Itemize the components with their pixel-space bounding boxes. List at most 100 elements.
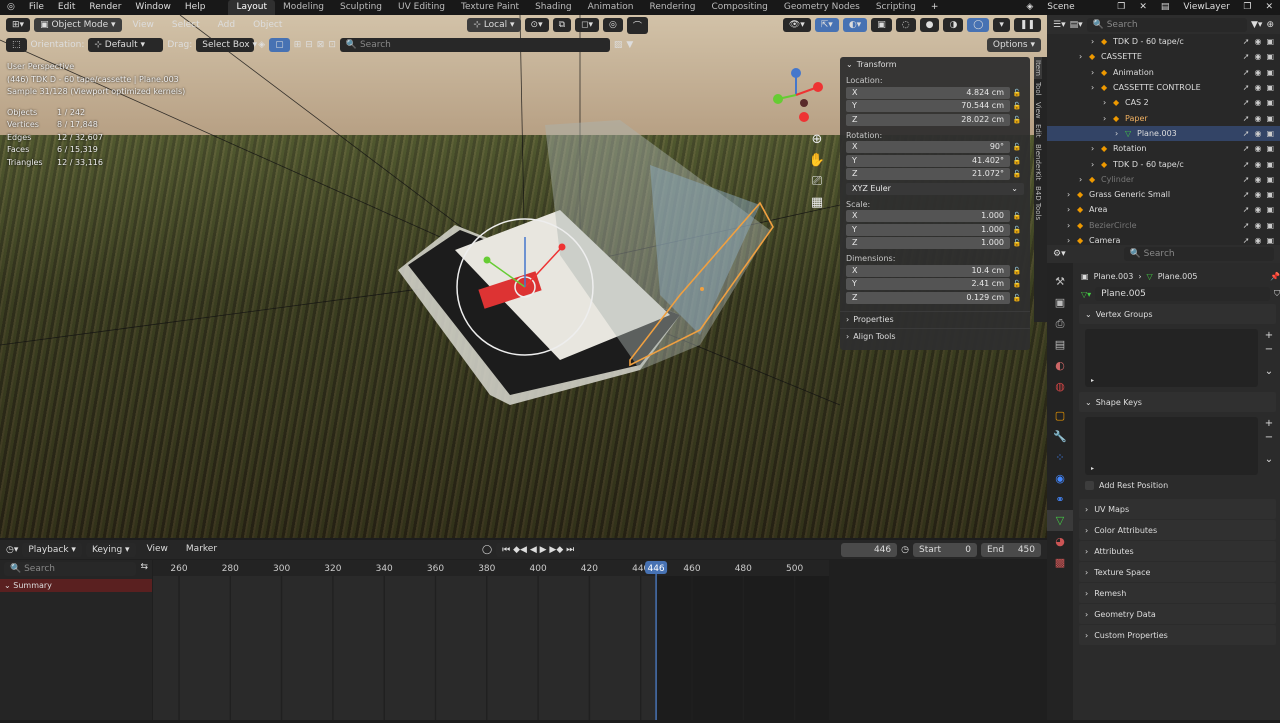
physics-tab-icon[interactable]: ◉ (1047, 468, 1073, 489)
tab-sculpting[interactable]: Sculpting (332, 0, 390, 15)
rotation-x-field[interactable]: X 90° (846, 141, 1010, 153)
render-camera-icon[interactable]: ▣ (1266, 114, 1274, 123)
shading-material-icon[interactable]: ◑ (943, 18, 964, 32)
view-layer-icon[interactable]: ▤ (1154, 0, 1177, 15)
outliner-search-input[interactable]: 🔍 Search (1086, 17, 1247, 32)
dimension-z-field[interactable]: Z 0.129 cm (846, 291, 1010, 304)
outliner-row[interactable]: › ◆ CAS 2 ➚ ◉ ▣ (1047, 95, 1280, 110)
start-frame-field[interactable]: Start 0 (913, 542, 977, 557)
properties-editor-icon[interactable]: ⚙▾ (1053, 249, 1066, 259)
object-mode-dropdown[interactable]: ▣ Object Mode ▾ (34, 18, 122, 32)
editor-type-icon[interactable]: ⊞▾ (6, 18, 31, 32)
pin-icon[interactable]: 📌 (1270, 272, 1280, 281)
render-camera-icon[interactable]: ▣ (1266, 205, 1274, 214)
scene-selector[interactable]: Scene (1040, 0, 1110, 15)
selectable-arrow-icon[interactable]: ➚ (1243, 205, 1250, 214)
outliner-row[interactable]: › ◆ Animation ➚ ◉ ▣ (1047, 65, 1280, 80)
pivot-icon[interactable]: ⊙▾ (524, 18, 549, 32)
timeline-marker-menu[interactable]: Marker (179, 542, 224, 557)
menu-file[interactable]: File (22, 0, 51, 15)
visibility-eye-icon[interactable]: ◉ (1254, 160, 1261, 169)
lock-icon[interactable]: 🔓 (1010, 280, 1024, 288)
align-tools-panel-header[interactable]: › Align Tools (840, 327, 1030, 345)
lock-icon[interactable]: 🔓 (1010, 102, 1024, 110)
gizmo-toggle-icon[interactable]: ⇱▾ (814, 18, 839, 32)
expand-chevron-icon[interactable]: › (1067, 221, 1077, 230)
menu-select[interactable]: Select (165, 18, 207, 33)
outliner-row[interactable]: › ◆ Paper ➚ ◉ ▣ (1047, 110, 1280, 125)
visibility-eye-icon[interactable]: ◉ (1254, 221, 1261, 230)
outliner-row[interactable]: › ◆ Cylinder ➚ ◉ ▣ (1047, 172, 1280, 187)
render-camera-icon[interactable]: ▣ (1266, 190, 1274, 199)
tab-geometry-nodes[interactable]: Geometry Nodes (776, 0, 868, 15)
tab-view[interactable]: View (1034, 99, 1042, 122)
visibility-eye-icon[interactable]: ◉ (1254, 144, 1261, 153)
tab-compositing[interactable]: Compositing (703, 0, 775, 15)
selectable-arrow-icon[interactable]: ➚ (1243, 98, 1250, 107)
selectable-arrow-icon[interactable]: ➚ (1243, 190, 1250, 199)
outliner-row[interactable]: › ◆ Grass Generic Small ➚ ◉ ▣ (1047, 187, 1280, 202)
expand-chevron-icon[interactable]: › (1079, 52, 1089, 61)
selectable-arrow-icon[interactable]: ➚ (1243, 221, 1250, 230)
lock-icon[interactable]: 🔓 (1010, 294, 1024, 302)
pan-hand-icon[interactable]: ✋ (808, 150, 826, 171)
tool-search-input[interactable]: 🔍 Search (339, 38, 610, 52)
selectable-arrow-icon[interactable]: ➚ (1243, 83, 1250, 92)
visibility-eye-icon[interactable]: ◉ (1254, 205, 1261, 214)
selectable-arrow-icon[interactable]: ➚ (1243, 52, 1250, 61)
render-camera-icon[interactable]: ▣ (1266, 52, 1274, 61)
expand-chevron-icon[interactable]: › (1091, 144, 1101, 153)
breadcrumb-object[interactable]: Plane.003 (1094, 272, 1134, 281)
snap-icon[interactable]: ⧉ (552, 18, 572, 32)
tab-shading[interactable]: Shading (527, 0, 580, 15)
expand-chevron-icon[interactable]: › (1067, 190, 1077, 199)
bookmark-icon[interactable]: ▨ (614, 40, 623, 50)
delete-view-layer-icon[interactable]: ✕ (1258, 0, 1280, 15)
add-workspace-icon[interactable]: + (924, 0, 946, 15)
visibility-eye-icon[interactable]: ◉ (1254, 175, 1261, 184)
tab-uv-editing[interactable]: UV Editing (390, 0, 453, 15)
selectable-arrow-icon[interactable]: ➚ (1243, 175, 1250, 184)
scale-x-field[interactable]: X 1.000 (846, 210, 1010, 222)
keying-menu[interactable]: Keying ▾ (85, 542, 136, 557)
menu-add[interactable]: Add (211, 18, 242, 33)
active-tool-icon[interactable]: ⬚ (6, 38, 27, 52)
selectable-arrow-icon[interactable]: ➚ (1243, 68, 1250, 77)
world-tab-icon[interactable]: ◍ (1047, 376, 1073, 397)
outliner-row[interactable]: › ◆ Area ➚ ◉ ▣ (1047, 202, 1280, 217)
expand-chevron-icon[interactable]: › (1091, 68, 1101, 77)
remove-shape-key-icon[interactable]: − (1262, 431, 1276, 445)
timeline-search-input[interactable]: 🔍 Search (4, 562, 137, 576)
expand-chevron-icon[interactable]: › (1103, 98, 1113, 107)
expand-chevron-icon[interactable]: › (1091, 160, 1101, 169)
location-x-field[interactable]: X 4.824 cm (846, 86, 1010, 99)
clock-icon[interactable]: ◷▾ (6, 545, 18, 555)
fake-user-shield-icon[interactable]: ⛉ (1274, 289, 1280, 299)
tab-item[interactable]: Item (1034, 57, 1042, 79)
xray-icon[interactable]: ▣ (871, 18, 892, 32)
view-layer-selector[interactable]: ViewLayer (1176, 0, 1236, 15)
tool-tab-icon[interactable]: ⚒ (1047, 271, 1073, 292)
panel-attributes[interactable]: › Attributes (1079, 541, 1276, 561)
select-intersect-icon[interactable]: ⊡ (328, 40, 336, 50)
expand-chevron-icon[interactable]: › (1115, 129, 1125, 138)
render-camera-icon[interactable]: ▣ (1266, 175, 1274, 184)
vertex-group-specials-icon[interactable]: ⌄ (1262, 365, 1276, 379)
ortho-grid-icon[interactable]: ▦ (808, 192, 826, 213)
selectable-arrow-icon[interactable]: ➚ (1243, 160, 1250, 169)
new-collection-icon[interactable]: ⊕ (1266, 20, 1274, 30)
scale-y-field[interactable]: Y 1.000 (846, 223, 1010, 236)
vertex-groups-panel-header[interactable]: ⌄ Vertex Groups (1079, 304, 1276, 324)
select-subtract-icon[interactable]: ⊟ (305, 40, 313, 50)
outliner-row[interactable]: › ◆ CASSETTE CONTROLE ➚ ◉ ▣ (1047, 80, 1280, 95)
visibility-eye-icon[interactable]: ◉ (1254, 98, 1261, 107)
tab-blenderkit[interactable]: BlenderKit (1034, 141, 1042, 183)
navigation-gizmo[interactable]: ⊕ ✋ ⎚ ▦ (768, 65, 828, 235)
render-tab-icon[interactable]: ▣ (1047, 292, 1073, 313)
visibility-eye-icon[interactable]: ◉ (1254, 83, 1261, 92)
output-tab-icon[interactable]: ⎙ (1047, 313, 1073, 334)
playback-controls[interactable]: ⏮ ◆◀ ◀ ▶ ▶◆ ⏭ (496, 542, 581, 557)
expand-chevron-icon[interactable]: › (1067, 205, 1077, 214)
lock-icon[interactable]: 🔓 (1010, 89, 1024, 97)
expand-chevron-icon[interactable]: › (1103, 114, 1113, 123)
